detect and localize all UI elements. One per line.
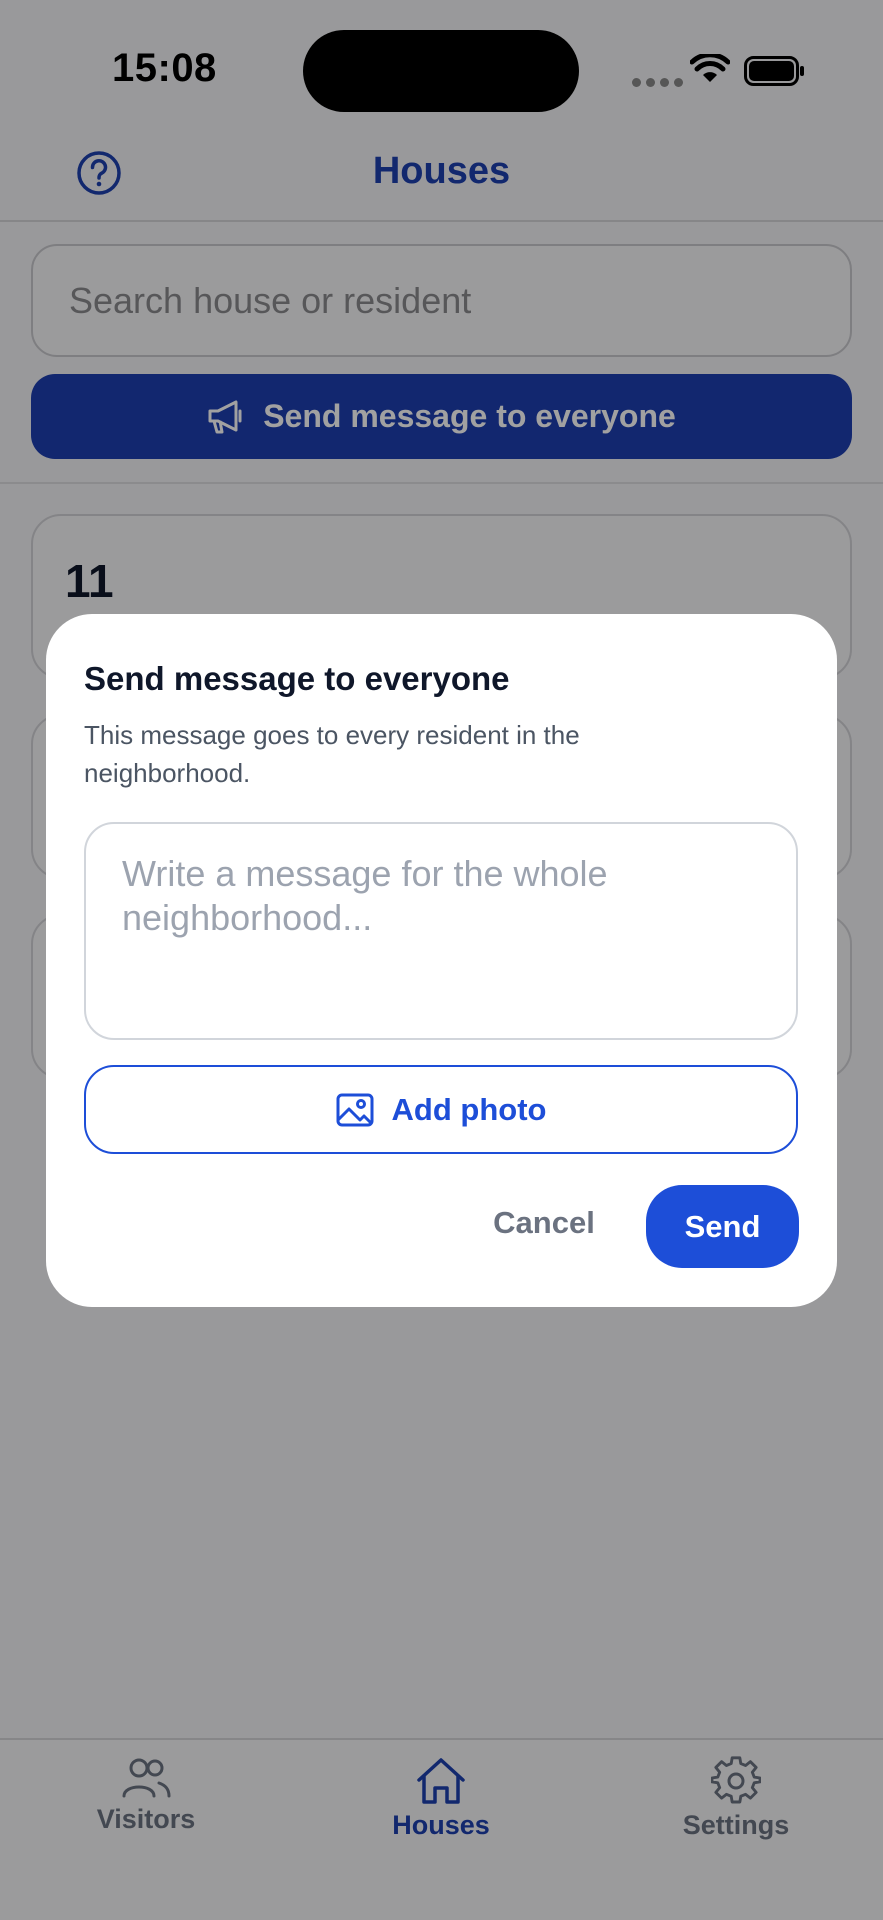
add-photo-button[interactable]: Add photo xyxy=(84,1065,798,1154)
cancel-button[interactable]: Cancel xyxy=(468,1182,620,1264)
dialog-title: Send message to everyone xyxy=(84,660,510,697)
send-message-dialog: Send message to everyone This message go… xyxy=(46,614,837,1307)
image-icon xyxy=(336,1093,374,1126)
dialog-description: This message goes to every resident in t… xyxy=(84,720,580,788)
add-photo-label: Add photo xyxy=(391,1091,547,1127)
send-button[interactable]: Send xyxy=(646,1185,799,1268)
message-input[interactable] xyxy=(84,822,798,1040)
